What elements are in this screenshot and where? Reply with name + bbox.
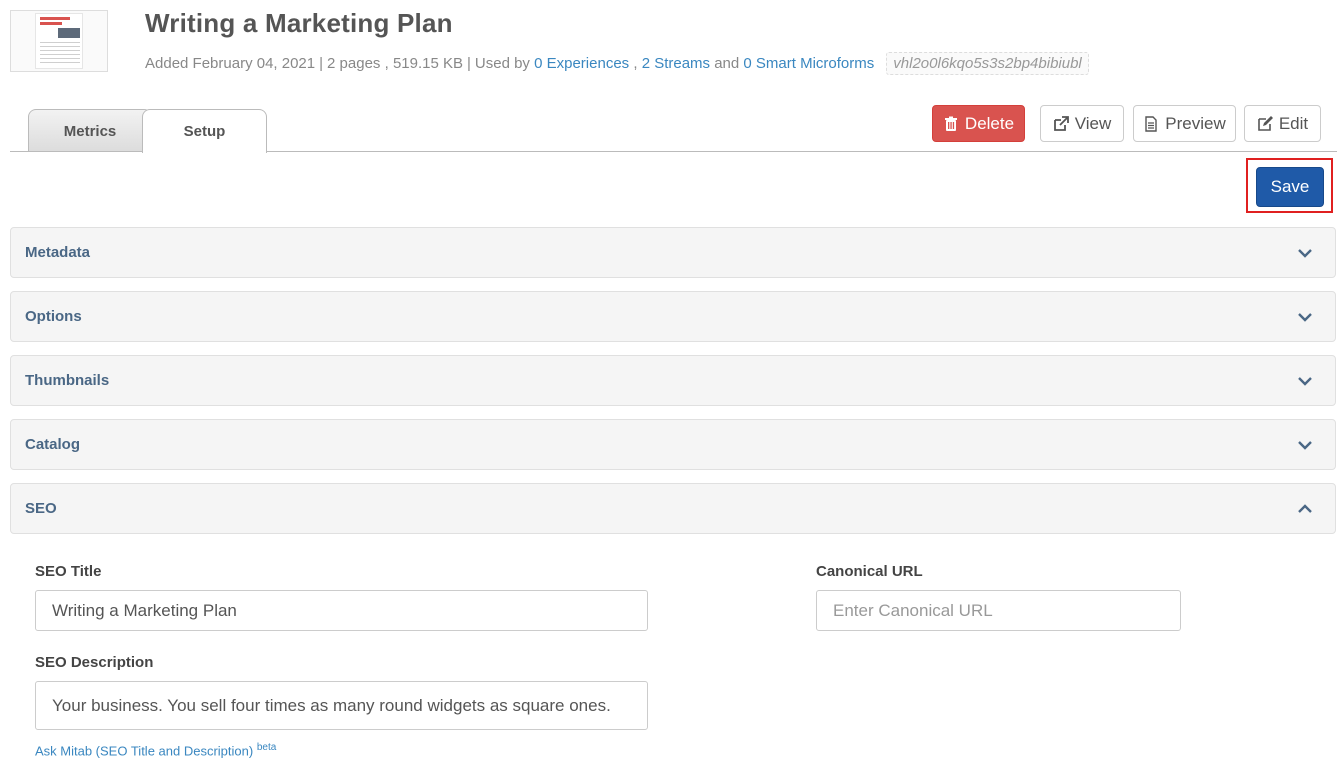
page-count: 2 pages xyxy=(327,55,381,72)
edit-label: Edit xyxy=(1278,113,1309,133)
chevron-down-icon xyxy=(1298,248,1312,258)
view-button[interactable]: View xyxy=(1040,105,1124,142)
chevron-down-icon xyxy=(1298,440,1312,450)
trash-icon xyxy=(944,116,957,131)
preview-label: Preview xyxy=(1165,113,1226,133)
preview-button[interactable]: Preview xyxy=(1133,105,1236,142)
seo-description-label: SEO Description xyxy=(35,654,154,671)
seo-title-label: SEO Title xyxy=(35,563,102,580)
panel-catalog[interactable]: Catalog xyxy=(10,419,1336,470)
panel-label: Metadata xyxy=(25,244,91,261)
panel-thumbnails[interactable]: Thumbnails xyxy=(10,355,1336,406)
edit-icon xyxy=(1258,115,1273,131)
beta-badge: beta xyxy=(256,742,277,753)
panel-options[interactable]: Options xyxy=(10,291,1336,342)
panel-label: Thumbnails xyxy=(25,372,110,389)
panel-label: Catalog xyxy=(25,436,81,453)
panel-metadata[interactable]: Metadata xyxy=(10,227,1336,278)
document-meta: Added February 04, 2021 | 2 pages , 519.… xyxy=(145,52,1089,75)
view-label: View xyxy=(1074,113,1112,133)
canonical-url-label: Canonical URL xyxy=(816,563,923,580)
file-size: 519.15 KB xyxy=(392,55,463,72)
added-date: Added February 04, 2021 xyxy=(145,55,316,72)
panel-seo[interactable]: SEO xyxy=(10,483,1336,534)
ask-mitab-link[interactable]: Ask Mitab (SEO Title and Description) be… xyxy=(35,742,276,758)
document-icon xyxy=(1145,115,1157,132)
document-id[interactable]: vhl2o0l6kqo5s3s2bp4bibiubl xyxy=(886,52,1089,75)
document-thumbnail[interactable] xyxy=(10,10,108,72)
tab-setup[interactable]: Setup xyxy=(142,109,267,153)
delete-label: Delete xyxy=(964,113,1015,133)
and-text: and xyxy=(714,55,740,72)
chevron-down-icon xyxy=(1298,376,1312,386)
external-link-icon xyxy=(1053,115,1069,131)
tab-metrics[interactable]: Metrics xyxy=(28,109,152,152)
experiences-link[interactable]: 0 Experiences xyxy=(534,55,629,72)
ask-mitab-label: Ask Mitab (SEO Title and Description) xyxy=(35,743,254,759)
page-title: Writing a Marketing Plan xyxy=(145,8,453,38)
thumbnail-page xyxy=(35,13,83,69)
chevron-down-icon xyxy=(1298,312,1312,322)
save-button[interactable]: Save xyxy=(1256,167,1324,207)
streams-link[interactable]: 2 Streams xyxy=(642,55,710,72)
panel-label: SEO xyxy=(25,500,57,517)
chevron-up-icon xyxy=(1298,503,1312,513)
canonical-url-input[interactable]: Enter Canonical URL xyxy=(816,590,1181,631)
seo-description-textarea[interactable]: Your business. You sell four times as ma… xyxy=(35,681,648,730)
microforms-link[interactable]: 0 Smart Microforms xyxy=(743,55,874,72)
panel-label: Options xyxy=(25,308,82,325)
edit-button[interactable]: Edit xyxy=(1244,105,1321,142)
seo-title-input[interactable]: Writing a Marketing Plan xyxy=(35,590,648,631)
delete-button[interactable]: Delete xyxy=(932,105,1025,142)
used-by-label: Used by xyxy=(474,55,530,72)
